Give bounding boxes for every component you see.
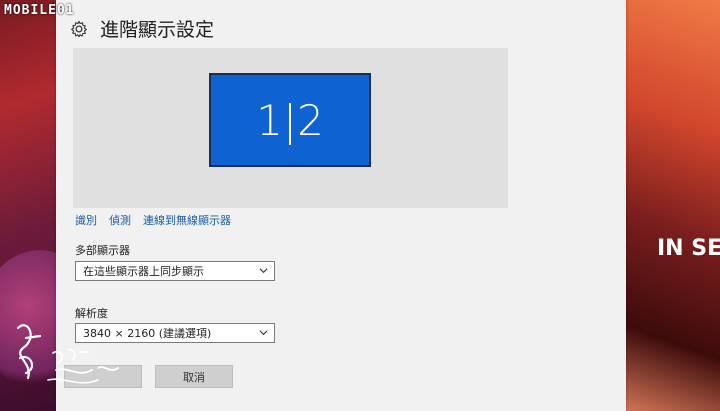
wallpaper-banner-text: IN SE (657, 236, 720, 261)
connect-wireless-display-link[interactable]: 連線到無線顯示器 (143, 212, 231, 228)
monitor-tile[interactable]: 1|2 (209, 73, 371, 167)
detect-link[interactable]: 偵測 (109, 212, 131, 228)
cancel-button[interactable]: 取消 (155, 365, 233, 388)
multiple-displays-label: 多部顯示器 (75, 244, 130, 257)
gear-icon (70, 20, 88, 38)
handwritten-signature-watermark (8, 318, 128, 398)
monitor-number-label: 1|2 (256, 95, 324, 145)
desktop-wallpaper-right: IN SE (615, 0, 720, 411)
display-preview-area: 1|2 (73, 48, 508, 208)
chevron-down-icon (259, 330, 268, 336)
multiple-displays-value: 在這些顯示器上同步顯示 (83, 265, 204, 278)
settings-window: 進階顯示設定 1|2 識別 偵測 連線到無線顯示器 多部顯示器 在這些顯示器上同… (56, 0, 626, 411)
chevron-down-icon (259, 268, 268, 274)
title-row: 進階顯示設定 (70, 15, 214, 42)
page-title: 進階顯示設定 (100, 19, 215, 41)
multiple-displays-dropdown[interactable]: 在這些顯示器上同步顯示 (75, 261, 275, 281)
display-links: 識別 偵測 連線到無線顯示器 (75, 212, 231, 228)
identify-link[interactable]: 識別 (75, 212, 97, 228)
watermark-logo: MOBILE01 (4, 3, 75, 18)
photo-frame: IN SE MOBILE01 進階顯示設定 1|2 識別 偵測 連線到無線顯示器… (0, 0, 720, 411)
